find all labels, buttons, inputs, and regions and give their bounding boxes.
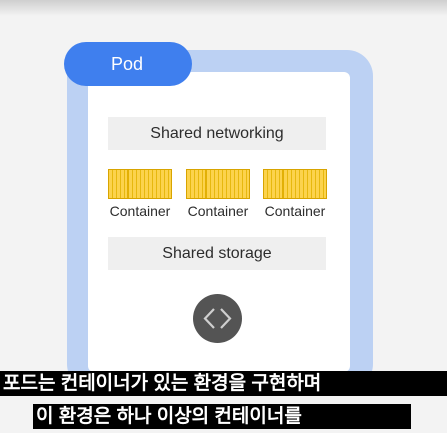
pod-label: Pod — [64, 42, 192, 86]
code-button[interactable] — [193, 294, 242, 343]
code-icon — [203, 308, 232, 329]
container-icon — [263, 169, 327, 199]
container-icon — [186, 169, 250, 199]
container-label: Container — [109, 203, 171, 219]
pod-diagram: Pod Shared networking Container Containe… — [0, 0, 447, 433]
subtitle-line-1: 포드는 컨테이너가 있는 환경을 구현하며 — [0, 371, 447, 396]
container-label: Container — [264, 203, 326, 219]
shared-storage-band: Shared storage — [108, 237, 326, 270]
container-icon — [108, 169, 172, 199]
subtitle-line-2: 이 환경은 하나 이상의 컨테이너를 — [33, 404, 411, 429]
container-label: Container — [187, 203, 249, 219]
shared-networking-band: Shared networking — [108, 117, 326, 150]
